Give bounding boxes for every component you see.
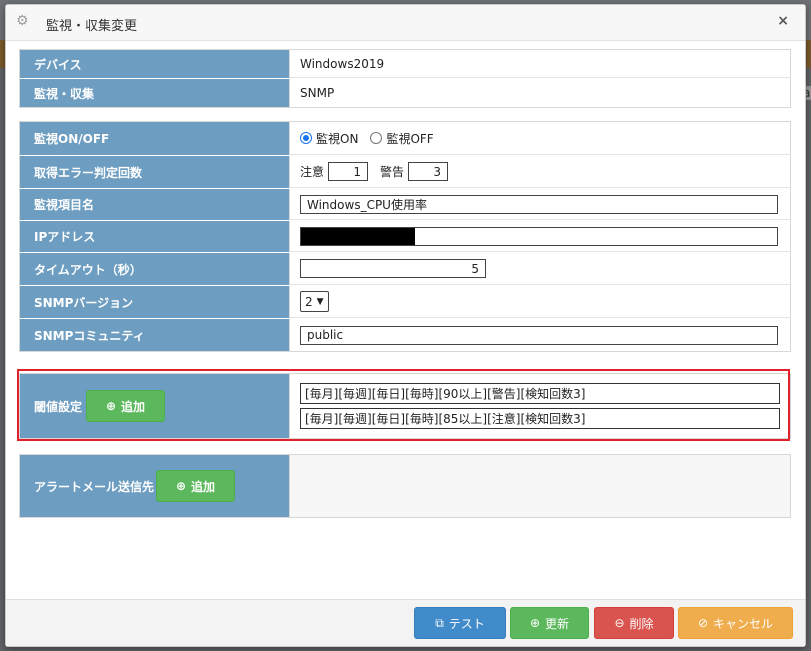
alert-mail-label-cell: アラートメール送信先 ⊕ 追加 (20, 455, 290, 517)
dialog-titlebar: ⚙ 監視・収集変更 × (6, 5, 805, 41)
collection-row: 監視・収集 SNMP (20, 79, 790, 107)
snmp-version-selected: 2 (305, 294, 313, 309)
close-button[interactable]: × (777, 13, 789, 29)
warning-label: 警告 (380, 165, 405, 179)
timeout-row: タイムアウト（秒） 5 (20, 253, 790, 286)
radio-unchecked-icon (370, 132, 383, 144)
snmp-version-select[interactable]: 2 ▼ (300, 291, 329, 312)
cancel-label: キャンセル (713, 616, 774, 631)
ip-address-label: IPアドレス (20, 221, 290, 252)
update-button[interactable]: ⊕ 更新 (510, 607, 589, 639)
ip-address-value (290, 221, 790, 252)
device-value: Windows2019 (290, 50, 790, 78)
device-info-table: デバイス Windows2019 監視・収集 SNMP (19, 49, 791, 108)
item-name-input[interactable]: Windows_CPU使用率 (300, 194, 778, 214)
edit-monitor-dialog: ⚙ 監視・収集変更 × デバイス Windows2019 監視・収集 SNMP … (5, 4, 806, 647)
item-name-value: Windows_CPU使用率 (290, 189, 790, 220)
snmp-community-value: public (290, 319, 790, 351)
cancel-button[interactable]: ⊘ キャンセル (678, 607, 793, 639)
snmp-community-label: SNMPコミュニティ (20, 319, 290, 351)
ip-address-input[interactable] (300, 226, 778, 246)
snmp-version-row: SNMPバージョン 2 ▼ (20, 286, 790, 319)
test-label: テスト (448, 616, 485, 631)
snmp-community-input[interactable]: public (300, 325, 778, 345)
monitor-toggle-value: 監視ON 監視OFF (290, 122, 790, 155)
error-count-value: 注意 1 警告 3 (290, 156, 790, 188)
error-count-row: 取得エラー判定回数 注意 1 警告 3 (20, 156, 790, 189)
sitemap-icon: ⧉ (435, 615, 444, 630)
radio-checked-icon (300, 132, 312, 144)
monitor-on-radio[interactable]: 監視ON (300, 130, 358, 147)
caution-input[interactable]: 1 (328, 162, 369, 181)
plus-circle-icon: ⊕ (529, 616, 541, 630)
collection-value: SNMP (290, 79, 790, 107)
settings-table: 監視ON/OFF 監視ON 監視OFF 取得エラー判定回数 注意 1 警告 3 (19, 121, 791, 352)
delete-label: 削除 (629, 616, 654, 631)
ip-address-row: IPアドレス (20, 221, 790, 253)
monitor-off-radio[interactable]: 監視OFF (370, 130, 434, 147)
update-label: 更新 (545, 616, 570, 631)
minus-circle-icon: ⊖ (614, 616, 625, 630)
caution-label: 注意 (300, 165, 325, 179)
snmp-version-value: 2 ▼ (290, 286, 790, 318)
gear-icon: ⚙ (16, 13, 29, 29)
redacted-block (301, 227, 415, 245)
item-name-row: 監視項目名 Windows_CPU使用率 (20, 189, 790, 221)
alert-mail-table: アラートメール送信先 ⊕ 追加 (19, 454, 791, 518)
monitor-off-label: 監視OFF (386, 131, 434, 146)
device-row: デバイス Windows2019 (20, 50, 790, 79)
ban-icon: ⊘ (697, 616, 709, 630)
highlight-frame (17, 369, 790, 441)
timeout-label: タイムアウト（秒） (20, 253, 290, 285)
alert-mail-label: アラートメール送信先 (34, 479, 155, 494)
plus-circle-icon: ⊕ (175, 479, 187, 493)
snmp-community-row: SNMPコミュニティ public (20, 319, 790, 351)
test-button[interactable]: ⧉ テスト (414, 607, 506, 639)
chevron-down-icon: ▼ (316, 296, 324, 307)
alert-mail-add-button[interactable]: ⊕ 追加 (156, 470, 236, 502)
dialog-footer: ⧉ テスト ⊕ 更新 ⊖ 削除 ⊘ キャンセル (6, 599, 805, 646)
alert-mail-list (290, 455, 790, 517)
monitor-toggle-label: 監視ON/OFF (20, 122, 290, 155)
alert-mail-add-label: 追加 (191, 479, 216, 494)
dialog-title: 監視・収集変更 (46, 19, 138, 34)
monitor-on-label: 監視ON (316, 131, 359, 146)
error-count-label: 取得エラー判定回数 (20, 156, 290, 188)
collection-label: 監視・収集 (20, 79, 290, 107)
snmp-version-label: SNMPバージョン (20, 286, 290, 318)
delete-button[interactable]: ⊖ 削除 (594, 607, 674, 639)
timeout-input[interactable]: 5 (300, 259, 486, 278)
alert-mail-row: アラートメール送信先 ⊕ 追加 (20, 455, 790, 517)
warning-input[interactable]: 3 (408, 162, 449, 181)
device-label: デバイス (20, 50, 290, 78)
timeout-value: 5 (290, 253, 790, 285)
monitor-toggle-row: 監視ON/OFF 監視ON 監視OFF (20, 122, 790, 156)
item-name-label: 監視項目名 (20, 189, 290, 220)
